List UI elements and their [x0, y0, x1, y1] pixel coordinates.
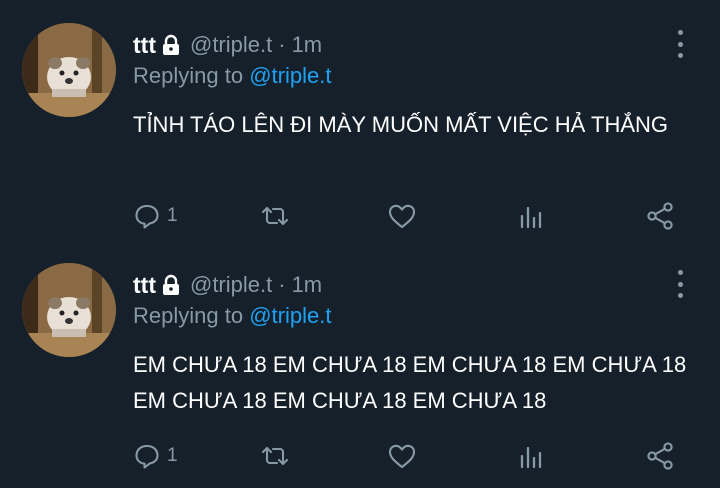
mention-link[interactable]: @triple.t — [249, 63, 331, 88]
tweet[interactable]: ttt @triple.t · 1m Replying to @triple.t… — [0, 240, 720, 480]
replying-to: Replying to @triple.t — [133, 303, 331, 329]
share-button[interactable] — [645, 200, 675, 232]
replying-prefix: Replying to — [133, 303, 244, 328]
lock-icon — [160, 34, 182, 56]
replying-to: Replying to @triple.t — [133, 63, 331, 89]
analytics-button[interactable] — [517, 200, 545, 232]
separator-dot: · — [278, 32, 286, 57]
more-icon[interactable] — [668, 270, 692, 298]
reply-count: 1 — [167, 445, 178, 466]
tweet-feed: ttt @triple.t · 1m Replying to @triple.t… — [0, 0, 720, 488]
analytics-icon — [517, 202, 545, 230]
like-icon — [387, 442, 417, 470]
lock-icon — [160, 274, 182, 296]
avatar[interactable] — [22, 23, 116, 117]
timestamp[interactable]: 1m — [292, 32, 323, 58]
reply-count: 1 — [167, 205, 178, 226]
timestamp[interactable]: 1m — [292, 272, 323, 298]
like-button[interactable] — [387, 200, 417, 232]
analytics-button[interactable] — [517, 440, 545, 472]
reply-button[interactable]: 1 — [133, 200, 178, 232]
action-bar: 1 — [133, 440, 693, 472]
share-icon — [645, 201, 675, 231]
analytics-icon — [517, 442, 545, 470]
display-name[interactable]: ttt — [133, 272, 156, 299]
more-icon[interactable] — [668, 30, 692, 58]
reply-icon — [133, 442, 161, 470]
retweet-icon — [259, 442, 291, 470]
mention-link[interactable]: @triple.t — [249, 303, 331, 328]
action-bar: 1 — [133, 200, 693, 232]
retweet-button[interactable] — [259, 440, 291, 472]
retweet-button[interactable] — [259, 200, 291, 232]
share-icon — [645, 441, 675, 471]
tweet-text: TỈNH TÁO LÊN ĐI MÀY MUỐN MẤT VIỆC HẢ THẮ… — [133, 112, 669, 137]
tweet-header: ttt @triple.t · 1m — [133, 270, 322, 300]
user-handle[interactable]: @triple.t — [190, 272, 272, 298]
reply-button[interactable]: 1 — [133, 440, 178, 472]
tweet-text: EM CHƯA 18 EM CHƯA 18 EM CHƯA 18 EM CHƯA… — [133, 352, 687, 413]
avatar[interactable] — [22, 263, 116, 357]
share-button[interactable] — [645, 440, 675, 472]
display-name[interactable]: ttt — [133, 32, 156, 59]
reply-icon — [133, 202, 161, 230]
retweet-icon — [259, 202, 291, 230]
like-button[interactable] — [387, 440, 417, 472]
replying-prefix: Replying to — [133, 63, 244, 88]
separator-dot: · — [278, 272, 286, 297]
tweet[interactable]: ttt @triple.t · 1m Replying to @triple.t… — [0, 0, 720, 240]
tweet-header: ttt @triple.t · 1m — [133, 30, 322, 60]
like-icon — [387, 202, 417, 230]
user-handle[interactable]: @triple.t — [190, 32, 272, 58]
